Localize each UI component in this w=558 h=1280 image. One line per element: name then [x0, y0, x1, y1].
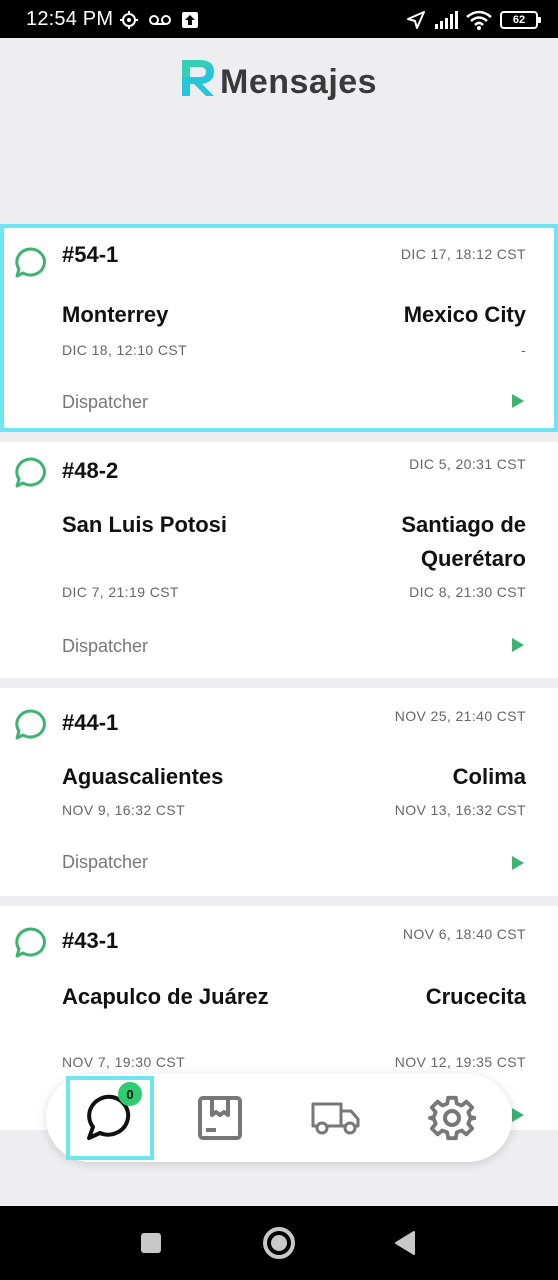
play-icon[interactable]	[510, 636, 526, 654]
voicemail-icon	[149, 15, 171, 25]
upload-icon	[182, 12, 198, 28]
chat-bubble-icon	[15, 709, 46, 740]
created-date: NOV 25, 21:40 CST	[394, 708, 526, 724]
origin-date: NOV 9, 16:32 CST	[62, 802, 186, 818]
destination-city: Santiago de Querétaro	[401, 512, 526, 571]
destination-city: Crucecita	[425, 984, 526, 1009]
origin-date: DIC 18, 12:10 CST	[62, 342, 188, 358]
recents-button[interactable]	[136, 1224, 166, 1262]
nav-loads[interactable]	[176, 1076, 264, 1160]
truck-icon	[311, 1102, 360, 1135]
nav-messages[interactable]: 0	[66, 1076, 154, 1160]
message-card[interactable]: #44-1 NOV 25, 21:40 CST Aguascalientes C…	[0, 688, 558, 896]
header: Mensajes	[0, 38, 558, 216]
role-label: Dispatcher	[62, 852, 149, 872]
origin-date: NOV 7, 19:30 CST	[62, 1054, 186, 1070]
back-triangle-icon	[395, 1231, 415, 1255]
destination-date: NOV 12, 19:35 CST	[394, 1054, 526, 1070]
created-date: NOV 6, 18:40 CST	[402, 926, 526, 942]
destination-date: DIC 8, 21:30 CST	[409, 584, 526, 600]
battery-level: 62	[512, 14, 526, 26]
play-icon[interactable]	[510, 854, 526, 872]
nav-trucks[interactable]	[292, 1076, 380, 1160]
order-number: #54-1	[62, 242, 119, 267]
destination-city: Mexico City	[403, 302, 526, 327]
message-card[interactable]: #54-1 DIC 17, 18:12 CST Monterrey Mexico…	[0, 224, 558, 432]
created-date: DIC 17, 18:12 CST	[400, 246, 526, 262]
status-time: 12:54 PM	[26, 8, 114, 30]
message-card[interactable]: #48-2 DIC 5, 20:31 CST San Luis Potosi S…	[0, 442, 558, 678]
order-number: #43-1	[62, 928, 119, 953]
signal-icon	[435, 11, 458, 29]
destination-date: -	[520, 342, 526, 358]
status-icons-right: 62	[406, 8, 541, 32]
origin-city: Acapulco de Juárez	[62, 984, 269, 1009]
status-bar: 12:54 PM 62	[0, 0, 558, 38]
destination-city: Colima	[452, 764, 526, 789]
chat-bubble-icon	[15, 457, 46, 488]
order-number: #44-1	[62, 710, 119, 735]
destination-date: NOV 13, 16:32 CST	[394, 802, 526, 818]
created-date: DIC 5, 20:31 CST	[409, 456, 526, 472]
system-nav-bar	[0, 1206, 558, 1280]
chat-bubble-icon	[15, 247, 46, 278]
wifi-icon	[466, 10, 492, 30]
role-label: Dispatcher	[62, 392, 149, 412]
origin-date: DIC 7, 21:19 CST	[62, 584, 179, 600]
play-icon[interactable]	[510, 1106, 526, 1124]
chat-bubble-icon	[15, 927, 46, 958]
home-button[interactable]	[260, 1224, 298, 1262]
box-icon	[198, 1096, 242, 1140]
order-number: #48-2	[62, 458, 119, 483]
gear-icon	[120, 11, 138, 29]
back-button[interactable]	[390, 1224, 420, 1262]
role-label: Dispatcher	[62, 636, 149, 656]
home-circle-icon	[263, 1227, 295, 1259]
nav-settings[interactable]	[408, 1076, 496, 1160]
unread-badge: 0	[118, 1082, 142, 1106]
origin-city: San Luis Potosi	[62, 512, 228, 537]
gear-icon	[428, 1095, 476, 1141]
play-icon[interactable]	[510, 392, 526, 410]
battery-icon: 62	[500, 11, 541, 29]
app-logo	[182, 60, 214, 96]
origin-city: Aguascalientes	[62, 764, 224, 789]
status-icons-left	[119, 8, 199, 32]
bottom-nav: 0	[46, 1074, 512, 1162]
page-title: Mensajes	[220, 63, 378, 101]
origin-city: Monterrey	[62, 302, 169, 327]
square-icon	[141, 1233, 161, 1253]
location-arrow-icon	[407, 11, 425, 29]
